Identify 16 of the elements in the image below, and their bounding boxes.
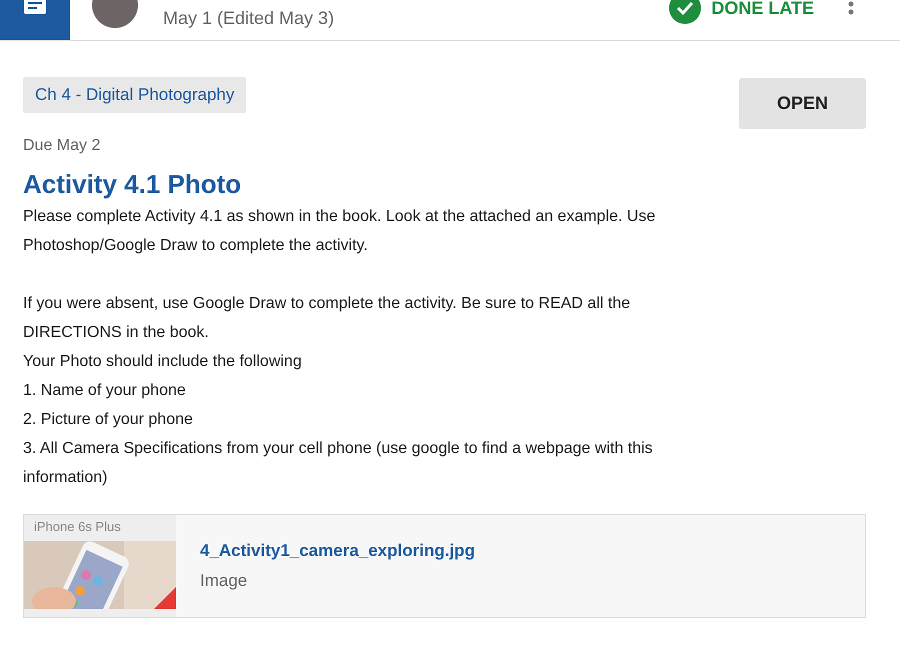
- status-label: DONE LATE: [711, 0, 814, 18]
- description-text: Please complete Activity 4.1 as shown in the book. Look at the attached an example. Use Photoshop/Google Draw to complete the activity.: [23, 207, 656, 256]
- description-text: Your Photo should include the following: [23, 352, 303, 372]
- topic-chip[interactable]: Ch 4 - Digital Photography: [23, 77, 246, 113]
- due-date: Due May 2: [23, 137, 102, 155]
- description-text: If you were absent, use Google Draw to complete the activity. Be sure to READ all the DIRECTIONS in the book.: [23, 294, 632, 343]
- posted-date: May 1 (Edited May 3): [163, 8, 334, 28]
- description-text: 2. Picture of your phone: [23, 410, 194, 430]
- file-type: Image: [200, 571, 248, 591]
- file-name[interactable]: 4_Activity1_camera_exploring.jpg: [200, 541, 475, 561]
- thumbnail-caption: iPhone 6s Plus: [33, 518, 122, 536]
- description-text: 3. All Camera Specifications from your cell phone (use google to find a webpage with this information): [23, 439, 654, 488]
- description-text: 1. Name of your phone: [23, 381, 187, 401]
- assignment-title: Activity 4.1 Photo: [23, 169, 242, 200]
- attachment-card[interactable]: iPhone 6s Plus 4_Activity1_camera_exploring.jpg Image: [23, 514, 866, 618]
- open-button[interactable]: OPEN: [739, 78, 866, 129]
